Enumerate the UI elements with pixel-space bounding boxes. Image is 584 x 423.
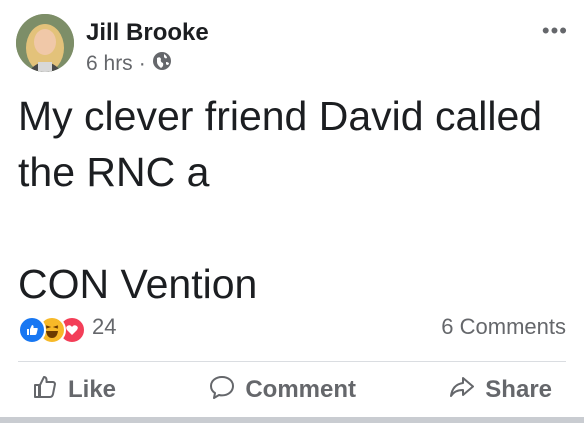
- reaction-icons: [18, 316, 86, 344]
- comments-count[interactable]: 6 Comments: [441, 314, 566, 340]
- post-time[interactable]: 6 hrs: [86, 52, 133, 76]
- like-button[interactable]: Like: [18, 366, 130, 414]
- more-options-icon[interactable]: •••: [542, 18, 568, 44]
- comment-button[interactable]: Comment: [195, 366, 370, 414]
- divider: [18, 361, 566, 362]
- post-meta: 6 hrs ·: [86, 51, 172, 77]
- comment-label: Comment: [245, 376, 356, 403]
- reaction-count[interactable]: 24: [92, 314, 116, 340]
- post-text: My clever friend David called the RNC a …: [18, 93, 543, 307]
- share-arrow-icon: [449, 374, 475, 407]
- comment-icon: [209, 374, 235, 407]
- share-button[interactable]: Share: [435, 366, 566, 414]
- post-header: Jill Brooke 6 hrs · •••: [16, 14, 570, 77]
- feed-separator: [0, 417, 584, 423]
- like-reaction-icon: [18, 316, 46, 344]
- like-label: Like: [68, 376, 117, 403]
- thumbs-up-icon: [32, 374, 58, 407]
- action-bar: Like Comment Share: [18, 366, 566, 414]
- author-name[interactable]: Jill Brooke: [86, 19, 209, 47]
- globe-icon: [152, 51, 172, 77]
- meta-separator: ·: [138, 52, 146, 75]
- author-avatar[interactable]: [16, 14, 74, 72]
- reactions-summary[interactable]: 24 6 Comments: [18, 314, 566, 350]
- share-label: Share: [485, 376, 552, 403]
